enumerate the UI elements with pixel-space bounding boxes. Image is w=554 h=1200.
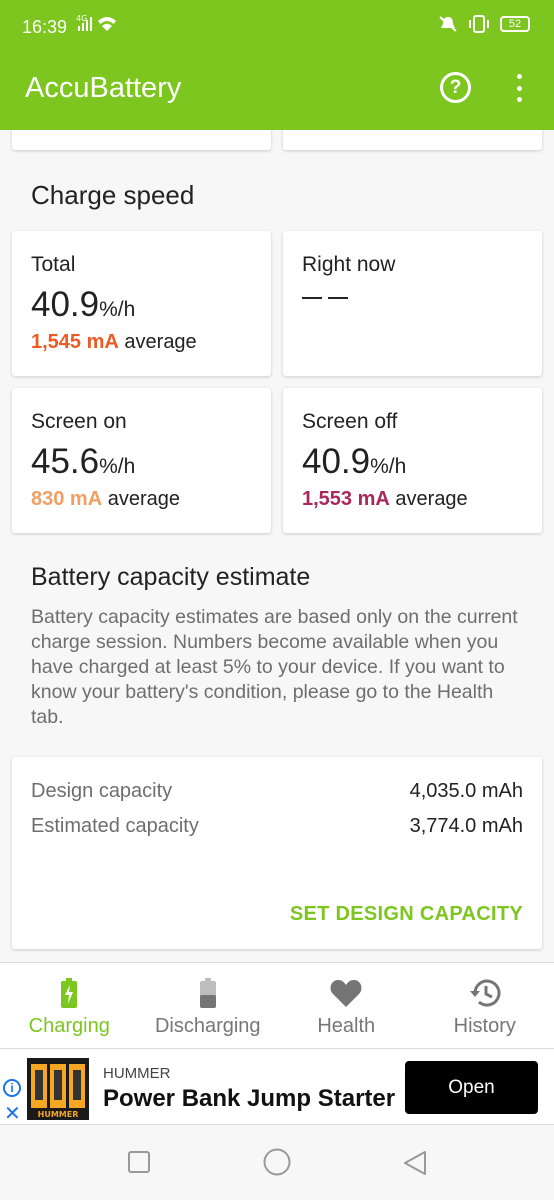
nav-health-label: Health [317,1015,376,1037]
status-time: 16:39 [22,17,68,37]
design-capacity-value: 4,035.0 mAh [409,780,523,802]
more-options-icon[interactable] [512,72,526,104]
nav-charging[interactable]: Charging [0,963,139,1048]
ad-product-image[interactable]: HUMMER [27,1058,89,1120]
right-now-label: Right now [302,253,396,276]
recents-icon[interactable] [127,1150,151,1174]
back-icon[interactable] [403,1150,427,1176]
status-bar: 16:39 4G 52 [0,0,554,44]
nav-discharging-label: Discharging [154,1015,261,1037]
battery-icon: 52 [500,16,530,32]
right-now-empty-value [302,297,348,299]
bottom-navigation: Charging Discharging Health History [0,962,554,1048]
screen-off-label: Screen off [302,410,398,433]
nav-charging-label: Charging [28,1015,110,1037]
screen-on-value: 45.6%/h [31,442,136,481]
capacity-title: Battery capacity estimate [31,563,311,591]
system-navigation-bar [0,1126,554,1200]
ad-close-icon[interactable]: ✕ [4,1101,21,1126]
estimated-capacity-row: Estimated capacity 3,774.0 mAh [31,815,523,838]
partial-card-right [283,130,542,150]
battery-charging-icon [53,977,85,1009]
nav-history-label: History [453,1015,516,1037]
battery-discharging-icon [192,977,224,1009]
total-average: 1,545 mA average [31,331,197,353]
nav-discharging[interactable]: Discharging [139,963,278,1048]
svg-text:4G: 4G [76,14,87,23]
ad-banner[interactable]: i ✕ HUMMER HUMMER Power Bank Jump Starte… [0,1048,554,1125]
screen-on-label: Screen on [31,410,127,433]
total-speed-card: Total 40.9%/h 1,545 mA average [12,231,271,376]
ad-image-brand: HUMMER [38,1110,79,1119]
app-bar: AccuBattery ? [0,44,554,130]
ad-info-icon[interactable]: i [3,1079,21,1097]
screen-on-card: Screen on 45.6%/h 830 mA average [12,388,271,533]
right-now-card: Right now [283,231,542,376]
nav-health[interactable]: Health [277,963,416,1048]
partial-card-left [12,130,271,150]
help-icon[interactable]: ? [440,72,471,103]
ad-open-button[interactable]: Open [405,1061,538,1114]
signal-icon: 4G [76,14,116,32]
set-design-capacity-button[interactable]: SET DESIGN CAPACITY [290,903,523,926]
total-label: Total [31,253,76,276]
charge-speed-title: Charge speed [31,180,195,210]
total-value: 40.9%/h [31,285,136,324]
screen-on-average: 830 mA average [31,488,180,510]
heart-icon [330,977,362,1009]
app-title: AccuBattery [25,72,182,104]
design-capacity-row: Design capacity 4,035.0 mAh [31,780,523,803]
estimated-capacity-label: Estimated capacity [31,815,199,837]
nav-history[interactable]: History [416,963,554,1048]
ad-title[interactable]: Power Bank Jump Starter [103,1085,395,1113]
screen-off-value: 40.9%/h [302,442,407,481]
ad-brand: HUMMER [103,1065,171,1082]
content-scroll[interactable]: Charge speed Total 40.9%/h 1,545 mA aver… [0,130,554,962]
home-icon[interactable] [263,1148,291,1176]
estimated-capacity-value: 3,774.0 mAh [409,815,523,837]
vibrate-icon [469,15,489,33]
screen-off-card: Screen off 40.9%/h 1,553 mA average [283,388,542,533]
capacity-card: Design capacity 4,035.0 mAh Estimated ca… [12,757,542,949]
screen-off-average: 1,553 mA average [302,488,468,510]
status-right: 52 [438,15,530,33]
mute-vibrate-icon [439,16,457,32]
capacity-description: Battery capacity estimates are based onl… [31,606,518,728]
history-icon [469,977,501,1009]
design-capacity-label: Design capacity [31,780,173,802]
